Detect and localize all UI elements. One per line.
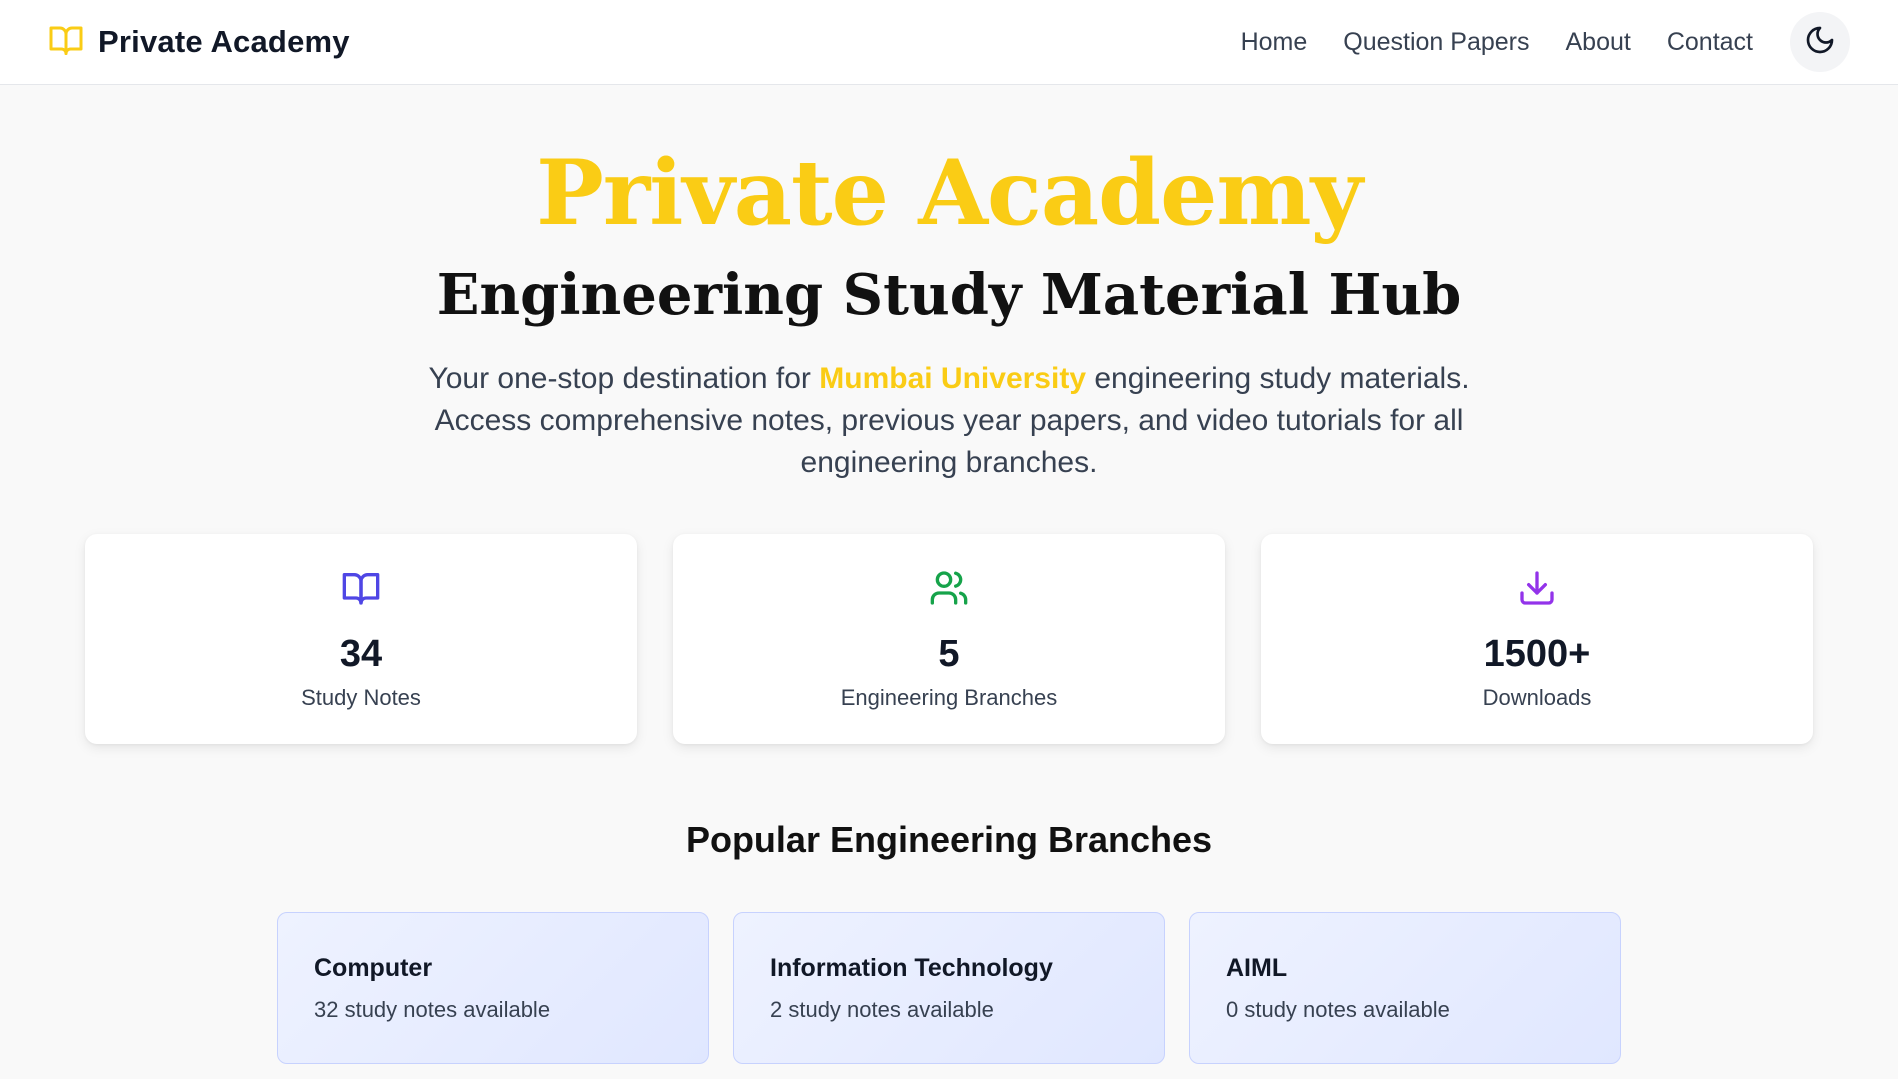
stat-value: 1500+ — [1483, 633, 1591, 675]
hero-desc-prefix: Your one-stop destination for — [428, 362, 820, 395]
branch-name: Information Technology — [770, 954, 1053, 982]
stat-card-study-notes: 34 Study Notes — [85, 534, 637, 744]
branch-notes-count: 2 study notes available — [770, 997, 994, 1022]
university-highlight: Mumbai University — [819, 362, 1086, 395]
branch-name: Computer — [314, 954, 433, 982]
branch-card-computer[interactable]: Computer 32 study notes available — [277, 912, 709, 1064]
stat-label: Study Notes — [301, 685, 421, 710]
stats-section: 34 Study Notes 5 Engineering Branches 15… — [85, 534, 1813, 744]
nav-links: Home Question Papers About Contact — [1241, 22, 1753, 62]
navbar: Private Academy Home Question Papers Abo… — [0, 0, 1898, 85]
brand-logo-link[interactable]: Private Academy — [48, 22, 350, 62]
stat-card-downloads: 1500+ Downloads — [1261, 534, 1813, 744]
brand-name: Private Academy — [98, 24, 350, 59]
branches-section-title: Popular Engineering Branches — [685, 819, 1213, 860]
branch-notes-count: 32 study notes available — [314, 997, 551, 1022]
stat-label: Engineering Branches — [840, 685, 1058, 710]
branch-card-aiml[interactable]: AIML 0 study notes available — [1189, 912, 1621, 1064]
stat-value: 34 — [339, 633, 383, 675]
stat-card-branches: 5 Engineering Branches — [673, 534, 1225, 744]
branch-card-information-technology[interactable]: Information Technology 2 study notes ava… — [733, 912, 1165, 1064]
nav-link-contact[interactable]: Contact — [1667, 28, 1753, 57]
stat-label: Downloads — [1482, 685, 1592, 710]
theme-toggle-button[interactable] — [1790, 12, 1850, 72]
hero-title: Private Academy — [536, 140, 1363, 246]
hero-description: Your one-stop destination for Mumbai Uni… — [380, 358, 1518, 484]
book-open-icon — [48, 22, 84, 63]
users-icon — [929, 568, 969, 613]
download-icon — [1517, 568, 1557, 613]
nav-link-about[interactable]: About — [1565, 28, 1630, 57]
branches-list: Computer 32 study notes available Inform… — [277, 912, 1621, 1064]
branch-name: AIML — [1226, 954, 1288, 982]
book-open-icon — [341, 568, 381, 613]
moon-icon — [1804, 24, 1836, 61]
nav-link-question-papers[interactable]: Question Papers — [1343, 28, 1529, 57]
hero-subtitle: Engineering Study Material Hub — [436, 262, 1462, 328]
branch-notes-count: 0 study notes available — [1226, 997, 1450, 1022]
stat-value: 5 — [938, 633, 960, 675]
nav-link-home[interactable]: Home — [1241, 28, 1308, 57]
